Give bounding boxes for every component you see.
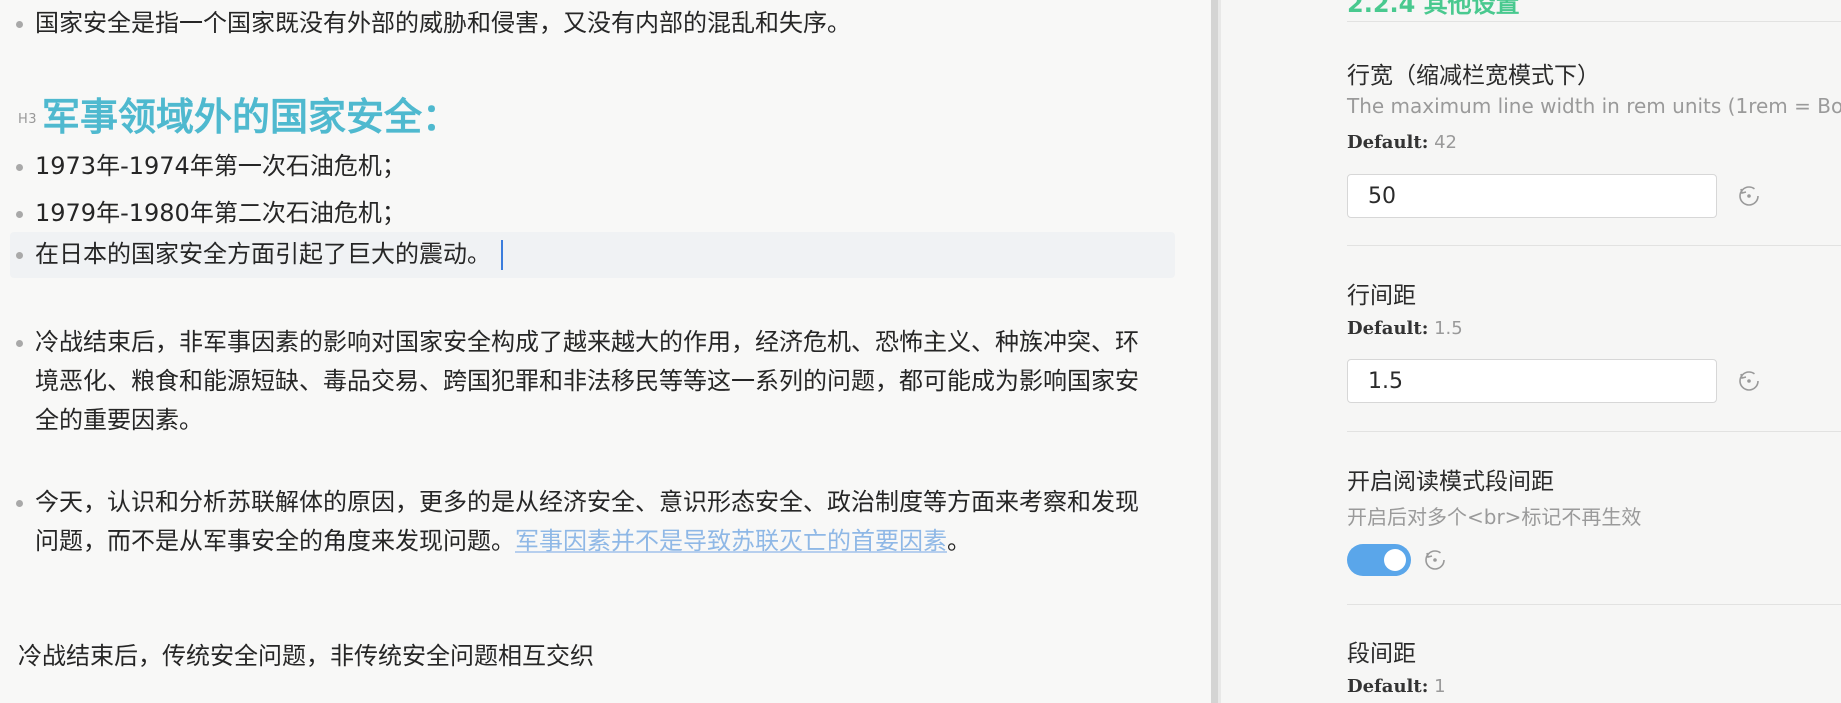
default-value: 1.5 — [1434, 318, 1463, 339]
reading-mode-title: 开启阅读模式段间距 — [1347, 469, 1554, 495]
list-item-text: 在日本的国家安全方面引起了巨大的震动。 — [35, 240, 491, 268]
pane-resize-handle[interactable] — [1211, 0, 1218, 703]
list-item[interactable]: 1973年-1974年第一次石油危机； — [0, 147, 1175, 187]
reading-mode-description: 开启后对多个<br>标记不再生效 — [1347, 505, 1642, 529]
paragraph-spacing-title: 段间距 — [1347, 641, 1416, 667]
text-caret — [501, 240, 503, 270]
bullet-dot-icon — [16, 252, 23, 259]
list-item-text: 今天，认识和分析苏联解体的原因，更多的是从经济安全、意识形态安全、政治制度等方面… — [35, 483, 1155, 561]
reset-icon[interactable] — [1423, 548, 1447, 572]
default-value: 1 — [1434, 676, 1446, 697]
reading-mode-toggle[interactable] — [1347, 544, 1411, 576]
list-item-active[interactable]: 在日本的国家安全方面引起了巨大的震动。 — [10, 232, 1175, 278]
line-height-input[interactable] — [1347, 359, 1717, 403]
line-height-default: Default: 1.5 — [1347, 318, 1463, 339]
list-item[interactable]: 今天，认识和分析苏联解体的原因，更多的是从经济安全、意识形态安全、政治制度等方面… — [0, 483, 1175, 603]
list-item-text: 1973年-1974年第一次石油危机； — [35, 152, 406, 180]
list-item[interactable]: 国家安全是指一个国家既没有外部的威胁和侵害，又没有内部的混乱和失序。 — [0, 4, 1175, 44]
list-item-text: 国家安全是指一个国家既没有外部的威胁和侵害，又没有内部的混乱和失序。 — [35, 9, 851, 37]
default-label: Default: — [1347, 318, 1429, 339]
toggle-knob — [1384, 549, 1406, 571]
paragraph-spacing-default: Default: 1 — [1347, 676, 1446, 697]
list-item[interactable]: 1979年-1980年第二次石油危机； — [0, 194, 1175, 234]
default-value: 42 — [1434, 132, 1457, 153]
settings-panel: 2.2.4 其他设置 行宽（缩减栏宽模式下） The maximum line … — [1221, 0, 1841, 703]
line-height-title: 行间距 — [1347, 283, 1416, 309]
default-label: Default: — [1347, 132, 1429, 153]
divider — [1347, 431, 1841, 432]
divider — [1347, 604, 1841, 605]
bullet-dot-icon — [16, 500, 23, 507]
bullet-dot-icon — [16, 21, 23, 28]
section-title: 2.2.4 其他设置 — [1347, 0, 1520, 18]
list-item[interactable]: 冷战结束后，非军事因素的影响对国家安全构成了越来越大的作用，经济危机、恐怖主义、… — [0, 323, 1175, 443]
bullet-dot-icon — [16, 340, 23, 347]
bullet-dot-icon — [16, 211, 23, 218]
section-heading[interactable]: 军事领域外的国家安全： — [42, 86, 460, 141]
line-width-default: Default: 42 — [1347, 132, 1457, 153]
inline-link[interactable]: 军事因素并不是导致苏联灭亡的首要因素 — [515, 527, 947, 555]
list-item-text: 冷战结束后，非军事因素的影响对国家安全构成了越来越大的作用，经济危机、恐怖主义、… — [35, 328, 1139, 434]
bullet-dot-icon — [16, 164, 23, 171]
line-width-input[interactable] — [1347, 174, 1717, 218]
divider — [1347, 245, 1841, 246]
app-window: 国家安全是指一个国家既没有外部的威胁和侵害，又没有内部的混乱和失序。 H3 军事… — [0, 0, 1841, 703]
divider — [1347, 21, 1841, 22]
reset-icon[interactable] — [1737, 369, 1761, 393]
markdown-editor[interactable]: 国家安全是指一个国家既没有外部的威胁和侵害，又没有内部的混乱和失序。 H3 军事… — [0, 0, 1210, 703]
reset-icon[interactable] — [1737, 184, 1761, 208]
heading-level-marker: H3 — [18, 112, 38, 127]
paragraph[interactable]: 冷战结束后，传统安全问题，非传统安全问题相互交织 — [18, 636, 594, 671]
list-item-text: 1979年-1980年第二次石油危机； — [35, 199, 406, 227]
default-label: Default: — [1347, 676, 1429, 697]
line-width-title: 行宽（缩减栏宽模式下） — [1347, 63, 1600, 89]
line-width-description: The maximum line width in rem units (1re… — [1347, 94, 1841, 118]
paragraph-tail: 。 — [947, 527, 971, 555]
list-item-text-active: 在日本的国家安全方面引起了巨大的震动。 — [35, 235, 1175, 274]
